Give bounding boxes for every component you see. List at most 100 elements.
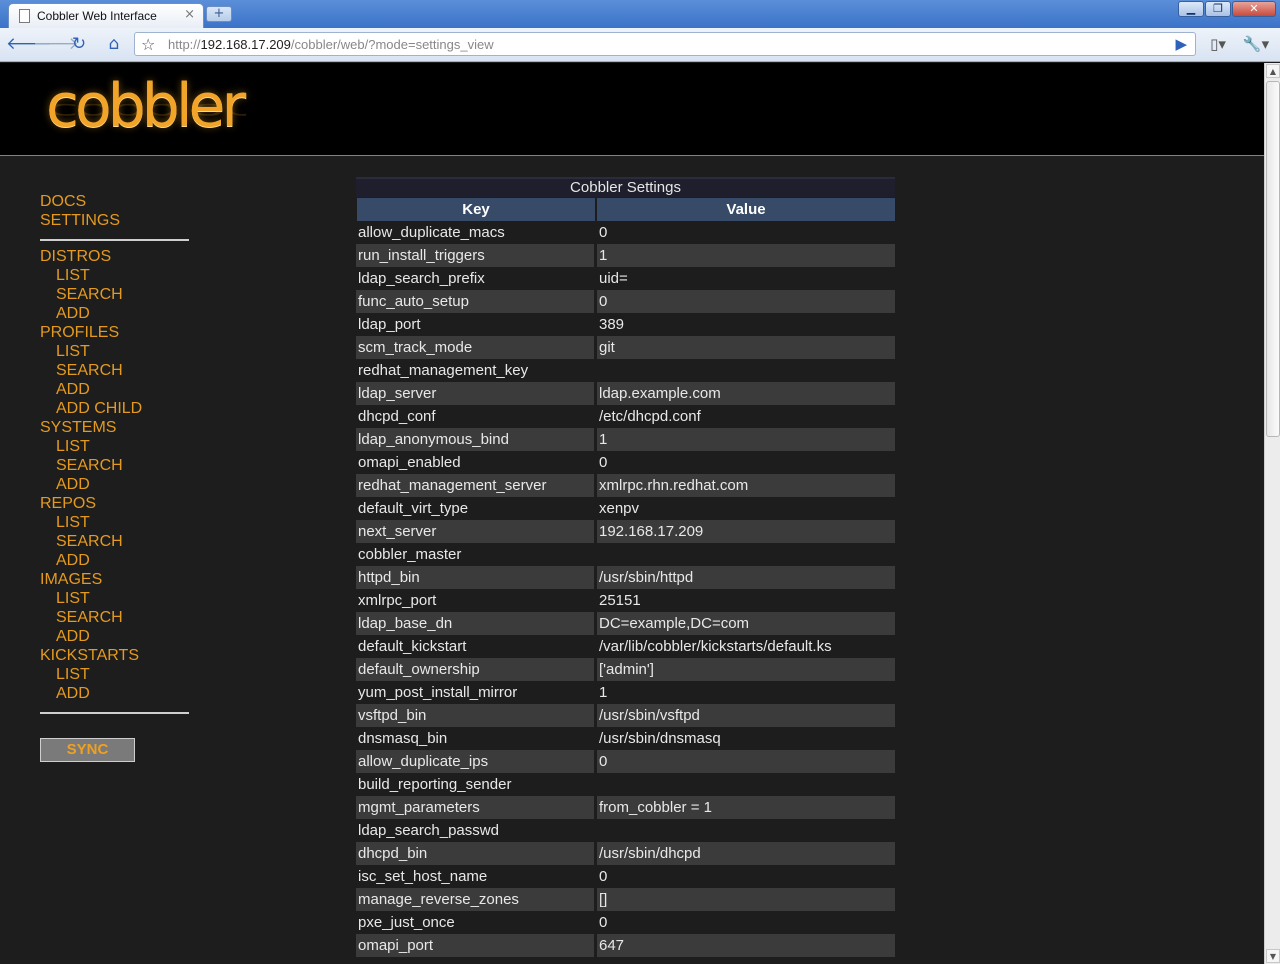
minimize-button[interactable]: ▁: [1178, 1, 1204, 17]
forward-arrow-icon[interactable]: 🡒: [33, 33, 79, 55]
setting-value: /usr/sbin/dnsmasq: [599, 730, 721, 747]
page-menu-icon[interactable]: ▯▾: [1204, 33, 1232, 55]
table-row: run_install_triggers 1: [356, 244, 895, 267]
setting-key: run_install_triggers: [356, 244, 594, 267]
setting-value: [597, 819, 895, 842]
address-bar[interactable]: ☆ http://192.168.17.209/cobbler/web/?mod…: [134, 32, 1196, 56]
setting-key: omapi_port: [356, 934, 594, 957]
setting-value: /usr/sbin/vsftpd: [597, 704, 895, 727]
sidebar-link-add[interactable]: ADD: [40, 304, 190, 323]
table-row: vsftpd_bin/usr/sbin/vsftpd: [356, 704, 895, 727]
table-header: Key Value: [356, 198, 895, 221]
setting-key: omapi_enabled: [358, 454, 461, 471]
reload-icon[interactable]: ↻: [68, 33, 90, 55]
setting-value: xenpv: [599, 500, 640, 517]
setting-key: default_ownership: [356, 658, 594, 681]
sidebar-link-search[interactable]: SEARCH: [40, 285, 190, 304]
table-body: allow_duplicate_macs 0 run_install_trigger…: [356, 221, 895, 957]
setting-value: 25151: [599, 592, 641, 609]
table-row: redhat_management_key: [356, 359, 895, 382]
table-row: ldap_search_prefix uid=: [356, 267, 895, 290]
bookmark-star-icon[interactable]: ☆: [141, 35, 155, 54]
sidebar-divider: [40, 712, 189, 714]
scroll-up-arrow-icon[interactable]: ▲: [1266, 64, 1280, 78]
setting-key: mgmt_parameters: [356, 796, 594, 819]
sidebar-link-search[interactable]: SEARCH: [40, 361, 190, 380]
sidebar-link-profiles[interactable]: PROFILES: [40, 323, 190, 342]
settings-table: Cobbler Settings Key Value allow_duplica…: [356, 177, 895, 957]
setting-key: default_kickstart: [358, 638, 467, 655]
setting-value: xmlrpc.rhn.redhat.com: [597, 474, 895, 497]
table-row: mgmt_parameters from_cobbler = 1: [356, 796, 895, 819]
setting-value: 0: [597, 290, 895, 313]
table-row: default_ownership ['admin']: [356, 658, 895, 681]
sidebar-link-list[interactable]: LIST: [40, 665, 190, 684]
setting-value: /usr/sbin/httpd: [597, 566, 895, 589]
table-row: allow_duplicate_ips 0: [356, 750, 895, 773]
sidebar-link-add[interactable]: ADD: [40, 684, 190, 703]
sidebar-link-add[interactable]: ADD: [40, 475, 190, 494]
table-row: allow_duplicate_macs 0: [356, 221, 895, 244]
sidebar-link-search[interactable]: SEARCH: [40, 532, 190, 551]
setting-key: default_virt_type: [358, 500, 469, 517]
sidebar-link-images[interactable]: IMAGES: [40, 570, 190, 589]
table-row: omapi_enabled 0: [356, 451, 895, 474]
go-arrow-icon[interactable]: ▶: [1175, 35, 1187, 53]
sidebar-link-settings[interactable]: SETTINGS: [40, 211, 190, 230]
setting-value: 0: [599, 868, 608, 885]
back-arrow-icon[interactable]: 🡐: [6, 33, 52, 55]
setting-key: httpd_bin: [356, 566, 594, 589]
wrench-menu-icon[interactable]: 🔧▾: [1240, 33, 1272, 55]
setting-key: ldap_server: [356, 382, 594, 405]
sidebar-link-add[interactable]: ADD: [40, 627, 190, 646]
setting-key: ldap_base_dn: [356, 612, 594, 635]
table-row: next_server 192.168.17.209: [356, 520, 895, 543]
setting-key: isc_set_host_name: [358, 868, 488, 885]
setting-key: allow_duplicate_macs: [358, 224, 505, 241]
browser-tab[interactable]: Cobbler Web Interface ×: [8, 3, 204, 28]
new-tab-button[interactable]: +: [206, 6, 232, 22]
vertical-scrollbar[interactable]: ▲ ▼: [1264, 63, 1280, 964]
setting-key: ldap_search_passwd: [358, 822, 499, 839]
setting-value: ldap.example.com: [597, 382, 895, 405]
sidebar-link-distros[interactable]: DISTROS: [40, 247, 190, 266]
home-icon[interactable]: ⌂: [102, 33, 126, 55]
url-text[interactable]: http://192.168.17.209/cobbler/web/?mode=…: [168, 37, 494, 52]
scroll-down-arrow-icon[interactable]: ▼: [1266, 949, 1280, 963]
sync-button[interactable]: SYNC: [40, 738, 135, 762]
setting-value: DC=example,DC=com: [597, 612, 895, 635]
table-row: ldap_port 389: [356, 313, 895, 336]
sidebar-link-search[interactable]: SEARCH: [40, 608, 190, 627]
sidebar-link-docs[interactable]: DOCS: [40, 192, 190, 211]
setting-value: 1: [597, 244, 895, 267]
sidebar-link-systems[interactable]: SYSTEMS: [40, 418, 190, 437]
setting-key: cobbler_master: [358, 546, 462, 563]
sidebar-link-list[interactable]: LIST: [40, 589, 190, 608]
tab-close-icon[interactable]: ×: [184, 7, 195, 22]
setting-value: [597, 543, 895, 566]
setting-key: manage_reverse_zones: [356, 888, 594, 911]
setting-key: yum_post_install_mirror: [358, 684, 518, 701]
restore-button[interactable]: ❐: [1205, 1, 1231, 17]
sidebar-link-list[interactable]: LIST: [40, 266, 190, 285]
sidebar-link-add-child[interactable]: ADD CHILD: [40, 399, 190, 418]
sidebar-link-list[interactable]: LIST: [40, 513, 190, 532]
close-window-button[interactable]: ✕: [1232, 1, 1276, 17]
setting-key: build_reporting_sender: [358, 776, 512, 793]
tab-title: Cobbler Web Interface: [37, 9, 157, 23]
table-row: ldap_server ldap.example.com: [356, 382, 895, 405]
sidebar-link-list[interactable]: LIST: [40, 437, 190, 456]
page-icon: [19, 9, 30, 23]
browser-toolbar: 🡐 🡒 ↻ ⌂ ☆ http://192.168.17.209/cobbler/…: [0, 28, 1280, 62]
setting-value: 389: [599, 316, 625, 333]
sidebar-link-add[interactable]: ADD: [40, 380, 190, 399]
sidebar-link-kickstarts[interactable]: KICKSTARTS: [40, 646, 190, 665]
table-row: redhat_management_server xmlrpc.rhn.redha…: [356, 474, 895, 497]
table-caption: Cobbler Settings: [356, 177, 895, 197]
scrollbar-thumb[interactable]: [1266, 81, 1280, 437]
sidebar-link-repos[interactable]: REPOS: [40, 494, 190, 513]
page-content: cobbler cobbler DOCS SETTINGS DISTROS LIST S…: [0, 63, 1264, 964]
sidebar-link-list[interactable]: LIST: [40, 342, 190, 361]
sidebar-link-add[interactable]: ADD: [40, 551, 190, 570]
sidebar-link-search[interactable]: SEARCH: [40, 456, 190, 475]
